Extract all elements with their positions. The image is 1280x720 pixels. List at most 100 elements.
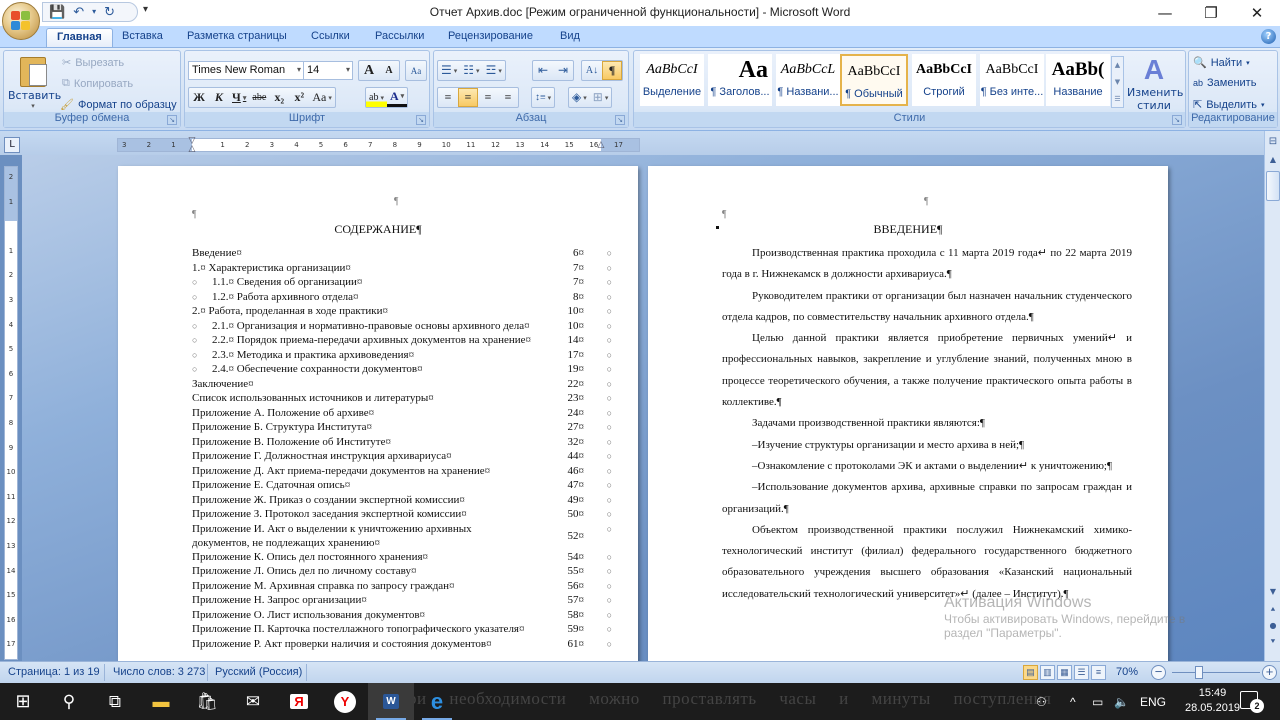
horizontal-ruler[interactable]: ▽ △ △ 3 2 1 1 2 3 4 5 6 7 8 9 10 11 12 13 14 15 16 17 xyxy=(117,137,640,154)
toc-entry[interactable]: Приложение П. Карточка постеллажного топ… xyxy=(192,622,612,637)
full-screen-reading-button[interactable]: ▥ xyxy=(1040,665,1055,680)
toc-entry[interactable]: ○ 1.1.¤ Сведения об организации¤ 7¤ ○ xyxy=(192,275,612,290)
store-button[interactable]: 🛍 xyxy=(184,683,230,720)
start-button[interactable]: ⊞ xyxy=(0,683,46,720)
toc-entry[interactable]: Приложение Б. Структура Института¤ 27¤ ○ xyxy=(192,420,612,435)
network-icon[interactable]: ▭ xyxy=(1092,683,1103,720)
align-left-button[interactable]: ≡ xyxy=(438,88,458,107)
toc-entry[interactable]: ○ 1.2.¤ Работа архивного отдела¤ 8¤ ○ xyxy=(192,290,612,305)
tab-references[interactable]: Ссылки xyxy=(301,28,360,47)
zoom-out-button[interactable]: − xyxy=(1151,665,1166,680)
font-family-select[interactable]: Times New Roman ▾ xyxy=(188,61,304,80)
restore-button[interactable]: ❐ xyxy=(1188,0,1234,26)
multilevel-list-button[interactable]: ☲ ▾ xyxy=(483,61,505,80)
paste-button[interactable]: Вставить ▾ xyxy=(8,55,61,111)
tab-page-layout[interactable]: Разметка страницы xyxy=(177,28,297,47)
toc-entry[interactable]: Заключение¤ 22¤ ○ xyxy=(192,377,612,392)
scroll-up-button[interactable]: ▲ xyxy=(1266,153,1280,167)
show-formatting-marks-button[interactable]: ¶ xyxy=(602,61,622,80)
grow-font-button[interactable]: A xyxy=(359,61,379,80)
clipboard-launcher-icon[interactable]: ↘ xyxy=(167,115,177,125)
language-indicator[interactable]: Русский (Россия) xyxy=(215,666,302,678)
vertical-ruler[interactable]: 2 1 1 2 3 4 5 6 7 8 9 10 11 12 13 14 15 16 17 xyxy=(4,166,18,660)
page-2[interactable]: ¶ ¶ ВВЕДЕНИЕ¶ Производственная практика … xyxy=(648,166,1168,661)
previous-page-button[interactable]: ⯅ xyxy=(1266,603,1280,617)
search-button[interactable]: ⚲ xyxy=(46,683,92,720)
shrink-font-button[interactable]: A xyxy=(379,61,399,80)
style-no-spacing[interactable]: AaBbCcI ¶ Без инте... xyxy=(980,54,1044,106)
styles-gallery-scroll[interactable]: ▲ ▼ ☰ xyxy=(1111,56,1124,108)
style-strong[interactable]: AaBbCcI Строгий xyxy=(912,54,976,106)
word-taskbar-button[interactable]: W xyxy=(368,683,414,720)
align-center-button[interactable]: ≡ xyxy=(458,88,478,107)
toc-entry[interactable]: Приложение Е. Сдаточная опись¤ 47¤ ○ xyxy=(192,478,612,493)
toc-entry[interactable]: Приложение Г. Должностная инструкция арх… xyxy=(192,449,612,464)
toc-entry[interactable]: Приложение К. Опись дел постоянного хран… xyxy=(192,550,612,565)
office-button[interactable] xyxy=(2,2,40,40)
font-size-select[interactable]: 14 ▾ xyxy=(303,61,353,80)
input-language[interactable]: ENG xyxy=(1140,683,1166,720)
toc-entry[interactable]: Приложение Д. Акт приема-передачи докуме… xyxy=(192,464,612,479)
justify-button[interactable]: ≡ xyxy=(498,88,518,107)
browse-object-button[interactable]: ● xyxy=(1266,619,1280,633)
style-normal[interactable]: AaBbCcI ¶ Обычный xyxy=(840,54,908,106)
zoom-slider-thumb[interactable] xyxy=(1194,666,1203,679)
zoom-in-button[interactable]: + xyxy=(1262,665,1277,680)
font-color-button[interactable]: A ▾ xyxy=(386,88,408,107)
next-page-button[interactable]: ⯆ xyxy=(1266,635,1280,649)
toc-entry[interactable]: 2.¤ Работа, проделанная в ходе практики¤… xyxy=(192,304,612,319)
style-title[interactable]: AaBb( Название xyxy=(1046,54,1110,106)
subscript-button[interactable]: x₂ xyxy=(269,88,289,107)
zoom-level[interactable]: 70% xyxy=(1116,666,1138,678)
draft-view-button[interactable]: ≡ xyxy=(1091,665,1106,680)
minimize-button[interactable]: — xyxy=(1142,0,1188,26)
toc-entry[interactable]: 1.¤ Характеристика организации¤ 7¤ ○ xyxy=(192,261,612,276)
system-clock[interactable]: 15:49 28.05.2019 xyxy=(1185,686,1240,716)
edge-button[interactable]: e xyxy=(414,683,460,720)
scroll-down-icon[interactable]: ▼ xyxy=(1112,74,1123,91)
mail-button[interactable]: ✉ xyxy=(230,683,276,720)
styles-launcher-icon[interactable]: ↘ xyxy=(1172,115,1182,125)
scroll-up-icon[interactable]: ▲ xyxy=(1112,57,1123,74)
format-painter-button[interactable]: 🖌 Формат по образцу xyxy=(60,98,177,112)
bullets-button[interactable]: ☰ ▾ xyxy=(438,61,460,80)
superscript-button[interactable]: x² xyxy=(289,88,309,107)
toc-entry[interactable]: ○ 2.3.¤ Методика и практика архивоведения… xyxy=(192,348,612,363)
page-1[interactable]: ¶ ¶ СОДЕРЖАНИЕ¶ Введение¤ 6¤ ○ 1.¤ Характер… xyxy=(118,166,638,661)
document-area[interactable]: ¶ ¶ СОДЕРЖАНИЕ¶ Введение¤ 6¤ ○ 1.¤ Характер… xyxy=(22,155,1264,661)
replace-button[interactable]: ab Заменить xyxy=(1193,77,1256,89)
toc-entry[interactable]: Приложение Л. Опись дел по личному соста… xyxy=(192,564,612,579)
tab-view[interactable]: Вид xyxy=(550,28,590,47)
highlight-button[interactable]: ab ▾ xyxy=(366,88,387,107)
select-button[interactable]: ⇱ Выделить ▾ xyxy=(1193,98,1264,112)
line-spacing-button[interactable]: ↕≡ ▾ xyxy=(532,88,554,107)
people-icon[interactable]: ⚇ xyxy=(1036,683,1047,720)
toc-entry[interactable]: Приложение М. Архивная справка по запрос… xyxy=(192,579,612,594)
bold-button[interactable]: Ж xyxy=(189,88,209,107)
numbering-button[interactable]: ☷ ▾ xyxy=(460,61,482,80)
page-count[interactable]: Страница: 1 из 19 xyxy=(8,666,100,678)
change-case-button[interactable]: Aa ▾ xyxy=(309,88,335,107)
word-count[interactable]: Число слов: 3 273 xyxy=(113,666,205,678)
toc-entry[interactable]: Приложение Р. Акт проверки наличия и сос… xyxy=(192,637,612,652)
font-launcher-icon[interactable]: ↘ xyxy=(416,115,426,125)
strikethrough-button[interactable]: abe xyxy=(249,88,269,107)
underline-button[interactable]: Ч ▾ xyxy=(229,88,249,107)
toc-entry[interactable]: Приложение В. Положение об Институте¤ 32¤… xyxy=(192,435,612,450)
tab-mailings[interactable]: Рассылки xyxy=(365,28,434,47)
file-explorer-button[interactable]: ▬ xyxy=(138,683,184,720)
toc-entry[interactable]: Приложение Ж. Приказ о создании экспертн… xyxy=(192,493,612,508)
shading-button[interactable]: ◈ ▾ xyxy=(569,88,590,107)
align-right-button[interactable]: ≡ xyxy=(478,88,498,107)
increase-indent-button[interactable]: ⇥ xyxy=(553,61,573,80)
task-view-button[interactable]: ⧉ xyxy=(92,683,138,720)
toc-entry[interactable]: ○ 2.2.¤ Порядок приема-передачи архивных … xyxy=(192,333,612,348)
toc-entry[interactable]: ○ 2.1.¤ Организация и нормативно-правовые… xyxy=(192,319,612,334)
vertical-scrollbar[interactable]: ⊟ ▲ ▼ ⯅ ● ⯆ xyxy=(1264,131,1280,661)
zoom-slider-track[interactable] xyxy=(1172,672,1260,673)
web-layout-button[interactable]: ▦ xyxy=(1057,665,1072,680)
toc-entry[interactable]: Приложение З. Протокол заседания эксперт… xyxy=(192,507,612,522)
copy-button[interactable]: ⧉ Копировать xyxy=(62,77,133,90)
first-line-indent-marker[interactable]: ▽ △ xyxy=(187,137,197,154)
decrease-indent-button[interactable]: ⇤ xyxy=(533,61,553,80)
